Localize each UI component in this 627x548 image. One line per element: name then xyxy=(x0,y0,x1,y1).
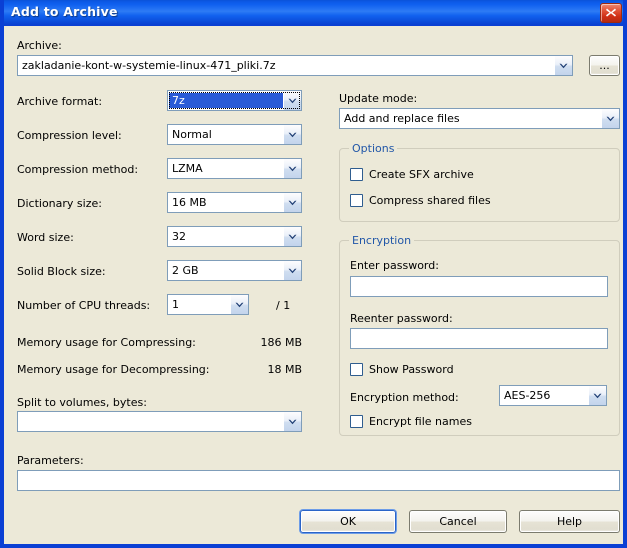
chevron-down-glyph xyxy=(559,63,568,68)
update-mode-value: Add and replace files xyxy=(344,112,460,125)
chevron-down-icon[interactable] xyxy=(588,386,606,405)
word-size-value: 32 xyxy=(172,230,186,243)
cpu-threads-combo[interactable]: 1 xyxy=(167,294,249,315)
encryption-method-combo[interactable]: AES-256 xyxy=(499,385,607,406)
compression-level-value: Normal xyxy=(172,128,212,141)
checkbox-box[interactable] xyxy=(350,363,363,376)
memory-compressing-value: 186 MB xyxy=(260,336,302,349)
archive-format-label: Archive format: xyxy=(17,95,103,108)
close-icon[interactable] xyxy=(600,3,622,23)
enter-password-label: Enter password: xyxy=(350,259,439,272)
chevron-down-icon[interactable] xyxy=(283,227,301,246)
chevron-down-icon[interactable] xyxy=(554,56,572,75)
split-volumes-label: Split to volumes, bytes: xyxy=(17,396,147,409)
compression-level-label: Compression level: xyxy=(17,129,122,142)
help-button[interactable]: Help xyxy=(519,510,620,533)
dictionary-size-value: 16 MB xyxy=(172,196,207,209)
chevron-down-glyph xyxy=(288,132,297,137)
memory-decompressing-label: Memory usage for Decompressing: xyxy=(17,363,210,376)
chevron-down-glyph xyxy=(593,393,602,398)
ok-button-label: OK xyxy=(340,515,356,528)
chevron-down-icon[interactable] xyxy=(601,109,619,128)
memory-decompressing-value: 18 MB xyxy=(267,363,302,376)
solid-block-size-label: Solid Block size: xyxy=(17,265,106,278)
title-bar[interactable]: Add to Archive xyxy=(4,0,623,26)
split-volumes-combo[interactable] xyxy=(17,411,302,432)
browse-button[interactable]: ... xyxy=(589,55,620,76)
window-title: Add to Archive xyxy=(11,4,118,19)
dictionary-size-combo[interactable]: 16 MB xyxy=(167,192,302,213)
chevron-down-glyph xyxy=(288,234,297,239)
compress-shared-files-label: Compress shared files xyxy=(369,194,491,207)
chevron-down-icon[interactable] xyxy=(283,412,301,431)
word-size-combo[interactable]: 32 xyxy=(167,226,302,247)
chevron-down-glyph xyxy=(288,200,297,205)
options-group: Options xyxy=(339,142,620,222)
options-group-legend: Options xyxy=(349,142,398,155)
encryption-method-label: Encryption method: xyxy=(350,391,459,404)
archive-format-value: 7z xyxy=(169,93,283,108)
encrypt-file-names-label: Encrypt file names xyxy=(369,415,472,428)
chevron-down-glyph xyxy=(235,302,244,307)
cpu-threads-total: / 1 xyxy=(276,299,291,312)
show-password-label: Show Password xyxy=(369,363,454,376)
create-sfx-archive-label: Create SFX archive xyxy=(369,168,474,181)
dictionary-size-label: Dictionary size: xyxy=(17,197,102,210)
cpu-threads-value: 1 xyxy=(172,298,179,311)
chevron-down-icon[interactable] xyxy=(283,125,301,144)
archive-label: Archive: xyxy=(17,39,62,52)
compression-method-label: Compression method: xyxy=(17,163,139,176)
checkbox-box[interactable] xyxy=(350,194,363,207)
chevron-down-icon[interactable] xyxy=(283,193,301,212)
chevron-down-glyph xyxy=(288,98,297,103)
parameters-label: Parameters: xyxy=(17,454,84,467)
ok-button[interactable]: OK xyxy=(300,510,396,533)
show-password-checkbox[interactable]: Show Password xyxy=(350,363,454,376)
chevron-down-icon[interactable] xyxy=(283,91,301,110)
update-mode-combo[interactable]: Add and replace files xyxy=(339,108,620,129)
chevron-down-icon[interactable] xyxy=(283,261,301,280)
checkbox-box[interactable] xyxy=(350,415,363,428)
chevron-down-icon[interactable] xyxy=(283,159,301,178)
add-to-archive-dialog: Add to Archive Archive: zakladanie-kont-… xyxy=(0,0,627,548)
browse-button-label: ... xyxy=(599,59,610,72)
solid-block-size-combo[interactable]: 2 GB xyxy=(167,260,302,281)
archive-path-combo[interactable]: zakladanie-kont-w-systemie-linux-471_pli… xyxy=(17,55,573,76)
cancel-button[interactable]: Cancel xyxy=(409,510,507,533)
chevron-down-glyph xyxy=(288,268,297,273)
chevron-down-glyph xyxy=(606,116,615,121)
solid-block-size-value: 2 GB xyxy=(172,264,199,277)
encryption-group-legend: Encryption xyxy=(349,234,415,247)
archive-path-value: zakladanie-kont-w-systemie-linux-471_pli… xyxy=(22,59,276,72)
chevron-down-glyph xyxy=(288,419,297,424)
create-sfx-archive-checkbox[interactable]: Create SFX archive xyxy=(350,168,474,181)
enter-password-input[interactable] xyxy=(350,276,608,297)
cancel-button-label: Cancel xyxy=(439,515,477,528)
compression-method-value: LZMA xyxy=(172,162,203,175)
encrypt-file-names-checkbox[interactable]: Encrypt file names xyxy=(350,415,472,428)
encryption-method-value: AES-256 xyxy=(504,389,551,402)
reenter-password-label: Reenter password: xyxy=(350,312,453,325)
chevron-down-icon[interactable] xyxy=(230,295,248,314)
compression-method-combo[interactable]: LZMA xyxy=(167,158,302,179)
update-mode-label: Update mode: xyxy=(339,92,418,105)
word-size-label: Word size: xyxy=(17,231,74,244)
help-button-label: Help xyxy=(556,515,583,528)
cpu-threads-label: Number of CPU threads: xyxy=(17,299,151,312)
close-x-glyph xyxy=(606,8,616,17)
memory-compressing-label: Memory usage for Compressing: xyxy=(17,336,196,349)
chevron-down-glyph xyxy=(288,166,297,171)
checkbox-box[interactable] xyxy=(350,168,363,181)
archive-format-combo[interactable]: 7z xyxy=(167,90,302,111)
reenter-password-input[interactable] xyxy=(350,328,608,349)
parameters-input[interactable] xyxy=(17,470,620,491)
compress-shared-files-checkbox[interactable]: Compress shared files xyxy=(350,194,491,207)
compression-level-combo[interactable]: Normal xyxy=(167,124,302,145)
